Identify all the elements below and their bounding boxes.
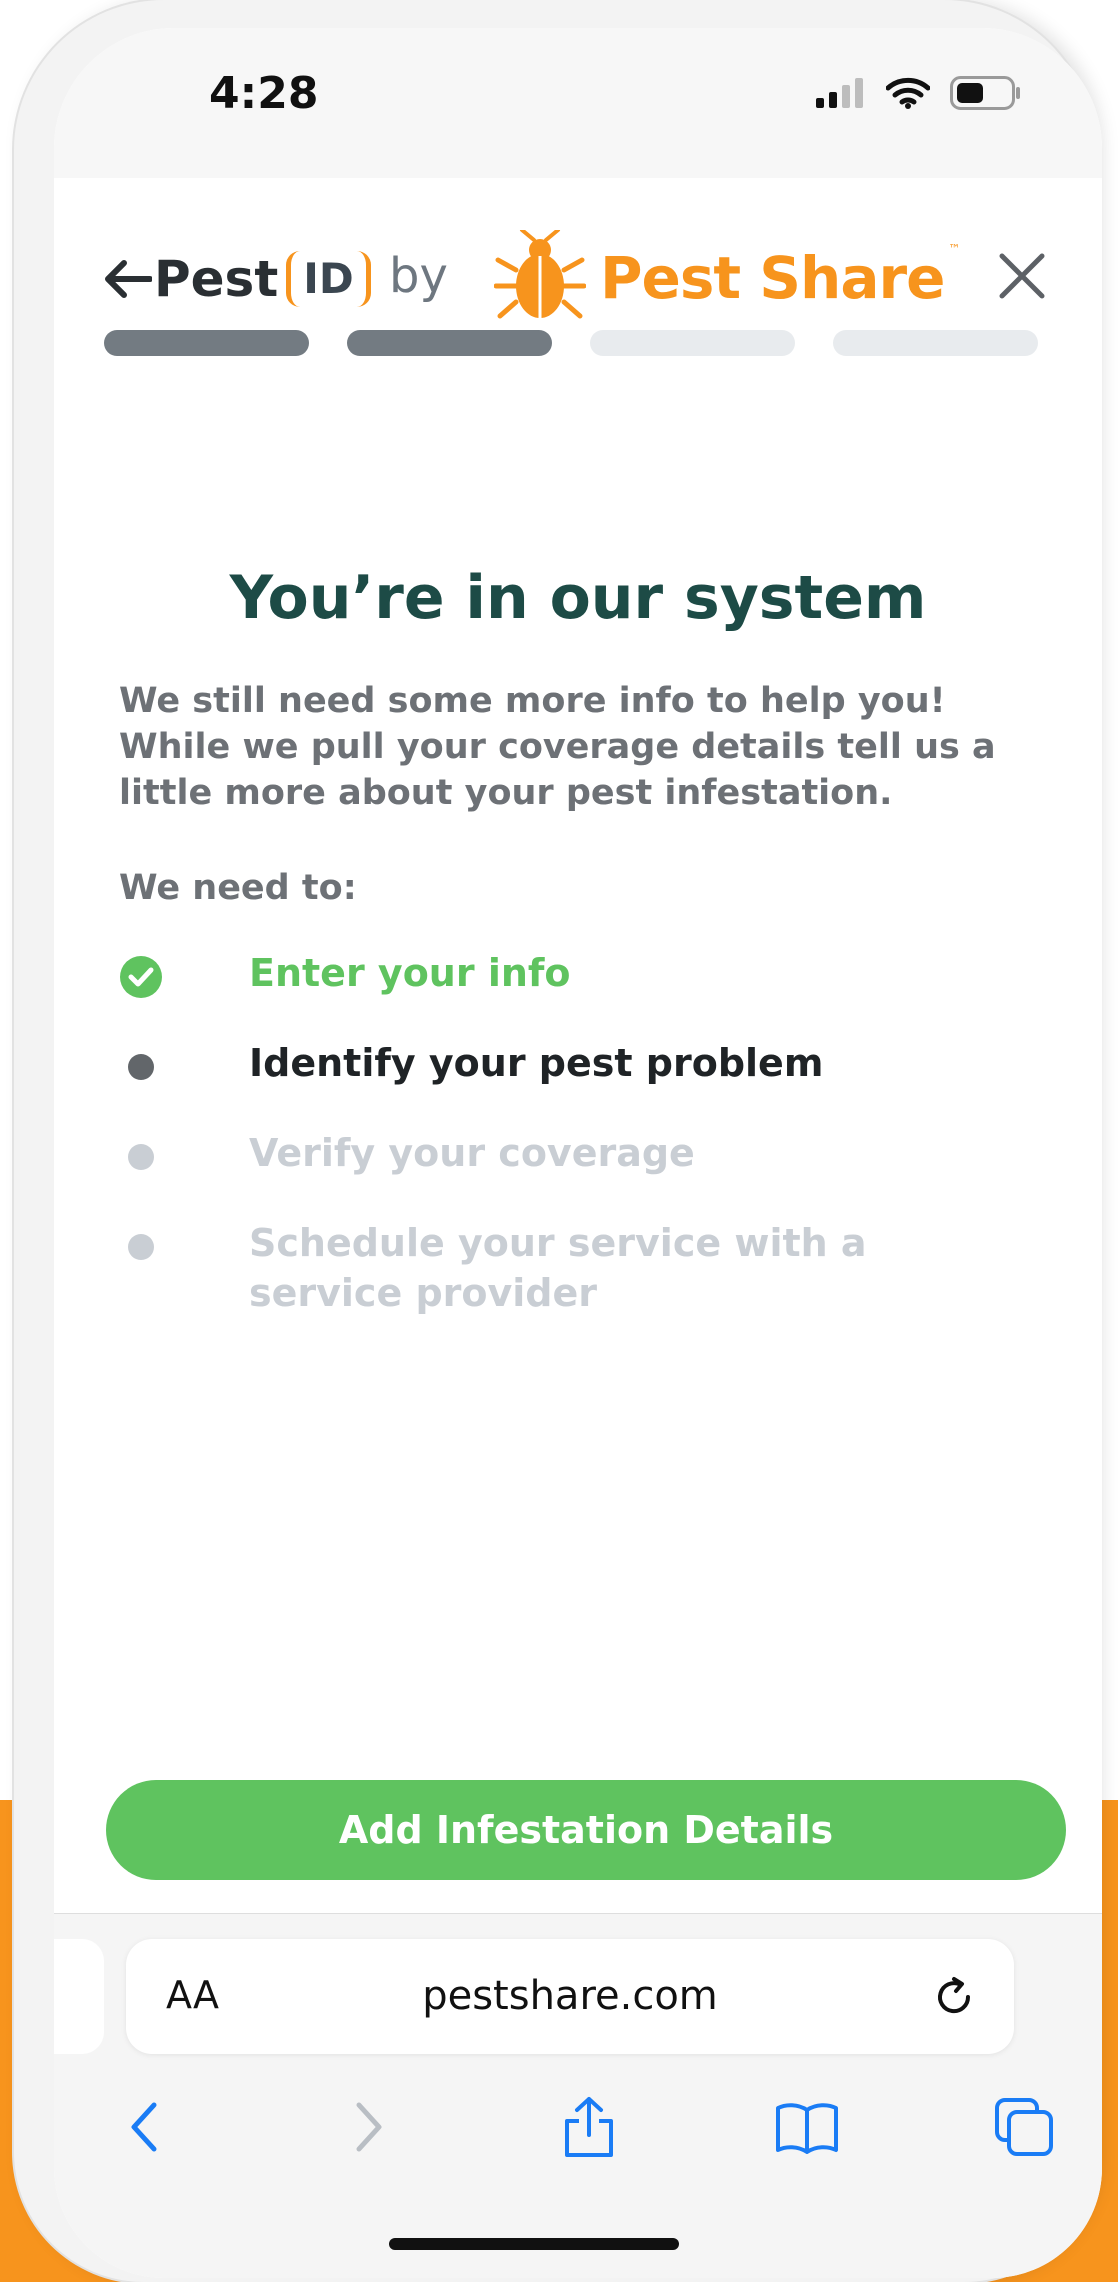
step-item: Enter your info	[119, 948, 1039, 1038]
address-bar[interactable]: AA pestshare.com	[126, 1939, 1014, 2054]
progress-segment-complete	[104, 330, 309, 356]
battery-icon	[950, 76, 1020, 110]
pest-id-logo-back[interactable]: Pest ID	[104, 250, 371, 308]
browser-toolbar: AA pestshare.com	[54, 1913, 1102, 2278]
brand-trademark: ™	[948, 242, 961, 256]
back-button[interactable]	[109, 2092, 179, 2162]
status-icons	[816, 76, 1022, 110]
step-list: Enter your info Identify your pest probl…	[119, 948, 1039, 1358]
check-circle-icon	[120, 956, 162, 998]
tabs-button[interactable]	[989, 2092, 1059, 2162]
status-bar: 4:28	[54, 28, 1102, 178]
chevron-left-icon[interactable]	[124, 2099, 164, 2155]
step-label: Verify your coverage	[249, 1131, 695, 1175]
step-pending-dot	[128, 1234, 154, 1260]
step-marker	[119, 1135, 163, 1179]
browser-nav-toolbar	[54, 2092, 1102, 2182]
step-item: Identify your pest problem	[119, 1038, 1039, 1128]
step-marker	[119, 955, 163, 999]
app-header: Pest ID by Pest Share ™	[54, 178, 1102, 438]
bookmarks-button[interactable]	[772, 2092, 842, 2162]
logo-pest-text: Pest	[154, 250, 279, 308]
reload-icon[interactable]	[930, 1973, 978, 2021]
previous-tab-peek[interactable]	[54, 1939, 104, 2054]
step-item: Schedule your service with a service pro…	[119, 1218, 1039, 1358]
step-current-dot	[128, 1054, 154, 1080]
step-marker	[119, 1045, 163, 1089]
pest-share-brand: Pest Share ™	[494, 230, 960, 326]
intro-paragraph: We still need some more info to help you…	[119, 681, 996, 813]
share-button[interactable]	[554, 2092, 624, 2162]
we-need-to-label: We need to:	[119, 868, 357, 908]
page-title: You’re in our system	[229, 563, 927, 633]
progress-segment-pending	[833, 330, 1038, 356]
step-marker	[119, 1225, 163, 1269]
add-infestation-details-button[interactable]: Add Infestation Details	[106, 1780, 1066, 1880]
logo-id-text: ID	[286, 251, 371, 307]
url-text[interactable]: pestshare.com	[126, 1973, 1014, 2019]
home-indicator	[389, 2238, 679, 2250]
signal-icon	[816, 78, 863, 108]
progress-indicator	[104, 330, 1038, 356]
bookmarks-icon[interactable]	[774, 2100, 840, 2154]
back-arrow-icon[interactable]	[104, 259, 152, 299]
share-icon[interactable]	[561, 2095, 617, 2159]
phone-screen: 4:28 Pest ID by Pest Share ™ You’re in o…	[54, 28, 1102, 2278]
chevron-right-icon[interactable]	[349, 2099, 389, 2155]
wifi-icon	[886, 77, 930, 109]
by-text: by	[389, 248, 448, 304]
step-label: Schedule your service with a service pro…	[249, 1221, 867, 1315]
step-item: Verify your coverage	[119, 1128, 1039, 1218]
step-label: Enter your info	[249, 951, 571, 995]
step-pending-dot	[128, 1144, 154, 1170]
close-icon[interactable]	[994, 248, 1050, 304]
tabs-icon[interactable]	[993, 2096, 1055, 2158]
beetle-logo-icon	[494, 230, 586, 319]
brand-name: Pest Share	[600, 244, 945, 312]
status-time: 4:28	[209, 68, 319, 119]
progress-segment-complete	[347, 330, 552, 356]
progress-segment-pending	[590, 330, 795, 356]
phone-frame: 4:28 Pest ID by Pest Share ™ You’re in o…	[14, 0, 1102, 2282]
forward-button[interactable]	[334, 2092, 404, 2162]
step-label: Identify your pest problem	[249, 1041, 824, 1085]
